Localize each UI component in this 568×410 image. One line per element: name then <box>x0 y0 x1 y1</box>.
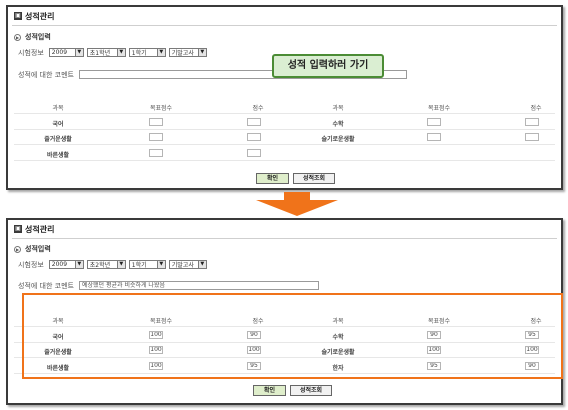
divider <box>14 113 555 114</box>
score-input[interactable] <box>247 149 261 157</box>
filled-scores-highlight <box>22 293 563 379</box>
grade-input-panel-filled: ▣ 성적관리 ▶ 성적입력 시험정보 2009 ▼ 초2학년 ▼ 1학기 ▼ 기말고사… <box>6 218 563 405</box>
subject-label: 바른생활 <box>46 152 70 159</box>
comment-input[interactable]: 예상했던 평균과 비슷하게 나왔음 <box>78 281 319 290</box>
confirm-button[interactable]: 확인 <box>253 385 286 396</box>
divider <box>14 160 555 161</box>
semester-select[interactable]: 1학기 ▼ <box>128 260 166 269</box>
score-input[interactable] <box>247 133 261 141</box>
chevron-down-icon: ▼ <box>156 49 165 56</box>
exam-info-row: 시험정보 2009 ▼ 초2학년 ▼ 1학기 ▼ 기말고사 ▼ <box>18 260 210 269</box>
chevron-down-icon: ▼ <box>197 261 206 268</box>
divider <box>12 25 557 26</box>
go-to-grade-input-callout: 성적 입력하러 가기 <box>272 54 384 78</box>
divider <box>12 238 557 239</box>
grade-select[interactable]: 초2학년 ▼ <box>86 260 126 269</box>
panel-title: ▣ 성적관리 <box>14 11 55 21</box>
header-subject: 과목 <box>332 105 344 112</box>
chevron-down-icon: ▼ <box>74 49 83 56</box>
chevron-down-icon: ▼ <box>116 49 125 56</box>
view-grades-button[interactable]: 성적조회 <box>293 173 335 184</box>
year-select[interactable]: 2009 ▼ <box>48 48 84 57</box>
header-score: 점수 <box>530 105 542 112</box>
panel-title: ▣ 성적관리 <box>14 224 55 234</box>
confirm-button[interactable]: 확인 <box>256 173 289 184</box>
score-input[interactable] <box>247 118 261 126</box>
score-input[interactable] <box>525 133 539 141</box>
chevron-down-icon: ▼ <box>74 261 83 268</box>
grade-select[interactable]: 초1학년 ▼ <box>86 48 126 57</box>
target-score-input[interactable] <box>149 118 163 126</box>
header-target: 목표점수 <box>149 105 173 112</box>
section-title: ▶ 성적입력 <box>14 33 51 41</box>
exam-select[interactable]: 기말고사 ▼ <box>168 48 207 57</box>
target-score-input[interactable] <box>149 133 163 141</box>
comment-label: 성적에 대한 코멘트 <box>18 281 74 290</box>
subject-label: 수학 <box>332 121 344 128</box>
header-subject: 과목 <box>52 105 64 112</box>
grade-menu-icon: ▣ <box>14 225 22 233</box>
target-score-input[interactable] <box>427 133 441 141</box>
exam-info-label: 시험정보 <box>18 260 44 269</box>
section-title: ▶ 성적입력 <box>14 245 51 253</box>
comment-label: 성적에 대한 코멘트 <box>18 70 74 79</box>
target-score-input[interactable] <box>427 118 441 126</box>
header-target: 목표점수 <box>427 105 451 112</box>
exam-info-row: 시험정보 2009 ▼ 초1학년 ▼ 1학기 ▼ 기말고사 ▼ <box>18 48 210 57</box>
score-input[interactable] <box>525 118 539 126</box>
down-arrow-icon <box>256 192 338 216</box>
view-grades-button[interactable]: 성적조회 <box>290 385 332 396</box>
subject-label: 슬기로운생활 <box>321 136 355 143</box>
divider <box>14 144 555 145</box>
grade-input-panel-empty: ▣ 성적관리 ▶ 성적입력 시험정보 2009 ▼ 초1학년 ▼ 1학기 ▼ 기말고사… <box>6 5 563 190</box>
subject-label: 국어 <box>52 121 64 128</box>
chevron-down-icon: ▼ <box>156 261 165 268</box>
target-score-input[interactable] <box>149 149 163 157</box>
exam-select[interactable]: 기말고사 ▼ <box>168 260 207 269</box>
divider <box>14 129 555 130</box>
year-select[interactable]: 2009 ▼ <box>48 260 84 269</box>
circle-arrow-icon: ▶ <box>14 33 21 41</box>
subject-label: 즐거운생활 <box>44 136 72 143</box>
semester-select[interactable]: 1학기 ▼ <box>128 48 166 57</box>
exam-info-label: 시험정보 <box>18 48 44 57</box>
comment-row: 성적에 대한 코멘트 예상했던 평균과 비슷하게 나왔음 <box>18 281 319 290</box>
grade-menu-icon: ▣ <box>14 12 22 20</box>
chevron-down-icon: ▼ <box>197 49 206 56</box>
header-score: 점수 <box>252 105 264 112</box>
chevron-down-icon: ▼ <box>116 261 125 268</box>
circle-arrow-icon: ▶ <box>14 245 21 253</box>
